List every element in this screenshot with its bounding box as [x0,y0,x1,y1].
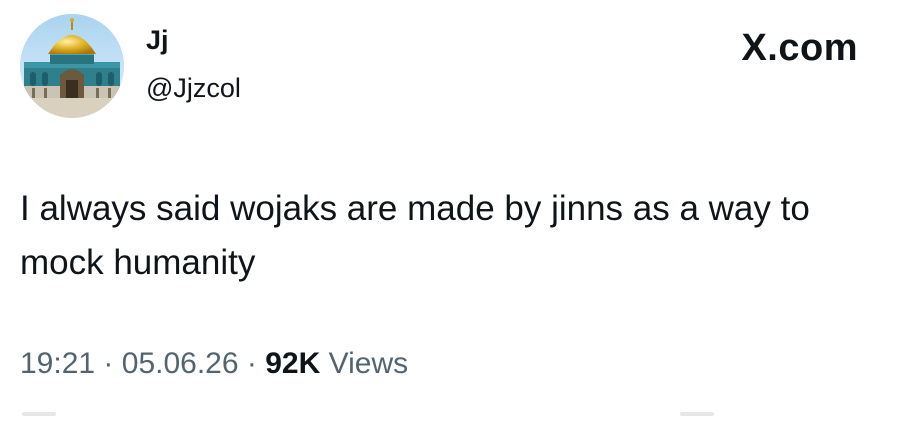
separator: · [103,347,114,380]
tweet-time[interactable]: 19:21 [20,347,95,380]
tweet-meta: 19:21 · 05.06.26 · 92K Views [20,344,408,384]
author-display-name[interactable]: Jj [146,24,169,56]
tweet-date[interactable]: 05.06.26 [122,347,239,380]
author-handle[interactable]: @Jjzcol [146,72,241,104]
action-bar-edge [680,412,714,416]
views-count: 92K [265,347,321,380]
action-bar-edge [22,412,56,416]
views-label: Views [328,347,409,380]
brand-label: X.com [741,27,858,69]
dome-of-the-rock-avatar-icon [20,14,124,118]
avatar[interactable] [20,14,124,118]
tweet-text: I always said wojaks are made by jinns a… [20,189,810,282]
separator: · [246,347,257,380]
tweet-card: Jj @Jjzcol X.com I always said wojaks ar… [0,0,900,421]
